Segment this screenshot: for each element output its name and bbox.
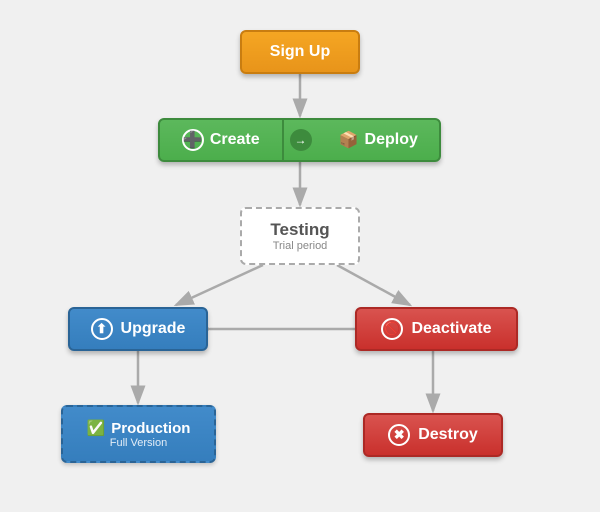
signup-label: Sign Up [270,43,330,61]
testing-subtitle: Trial period [273,240,328,252]
deploy-icon: 📦 [339,130,359,150]
create-label: Create [210,131,260,149]
production-node: ✅ Production Full Version [61,405,216,463]
deactivate-label: Deactivate [411,320,491,338]
destroy-icon: ✖ [388,424,410,446]
create-section: ➕ Create [160,120,284,160]
destroy-label: Destroy [418,426,478,444]
testing-node: Testing Trial period [240,207,360,265]
upgrade-label: Upgrade [121,320,186,338]
deactivate-node[interactable]: 🚫 Deactivate [355,307,518,351]
production-label: Production [111,420,190,437]
upgrade-icon: ⬆ [91,318,113,340]
production-icon: ✅ [87,419,106,437]
destroy-node[interactable]: ✖ Destroy [363,413,503,457]
deploy-section: 📦 Deploy [318,120,440,160]
create-icon: ➕ [182,129,204,151]
deactivate-icon: 🚫 [381,318,403,340]
signup-node[interactable]: Sign Up [240,30,360,74]
arrow-divider-icon: → [290,129,312,151]
create-deploy-node[interactable]: ➕ Create → 📦 Deploy [158,118,441,162]
upgrade-node[interactable]: ⬆ Upgrade [68,307,208,351]
testing-label: Testing [270,220,329,240]
diagram: Sign Up ➕ Create → 📦 Deploy Testing Tria… [0,0,600,512]
deploy-label: Deploy [365,131,418,149]
production-subtitle: Full Version [110,437,167,449]
